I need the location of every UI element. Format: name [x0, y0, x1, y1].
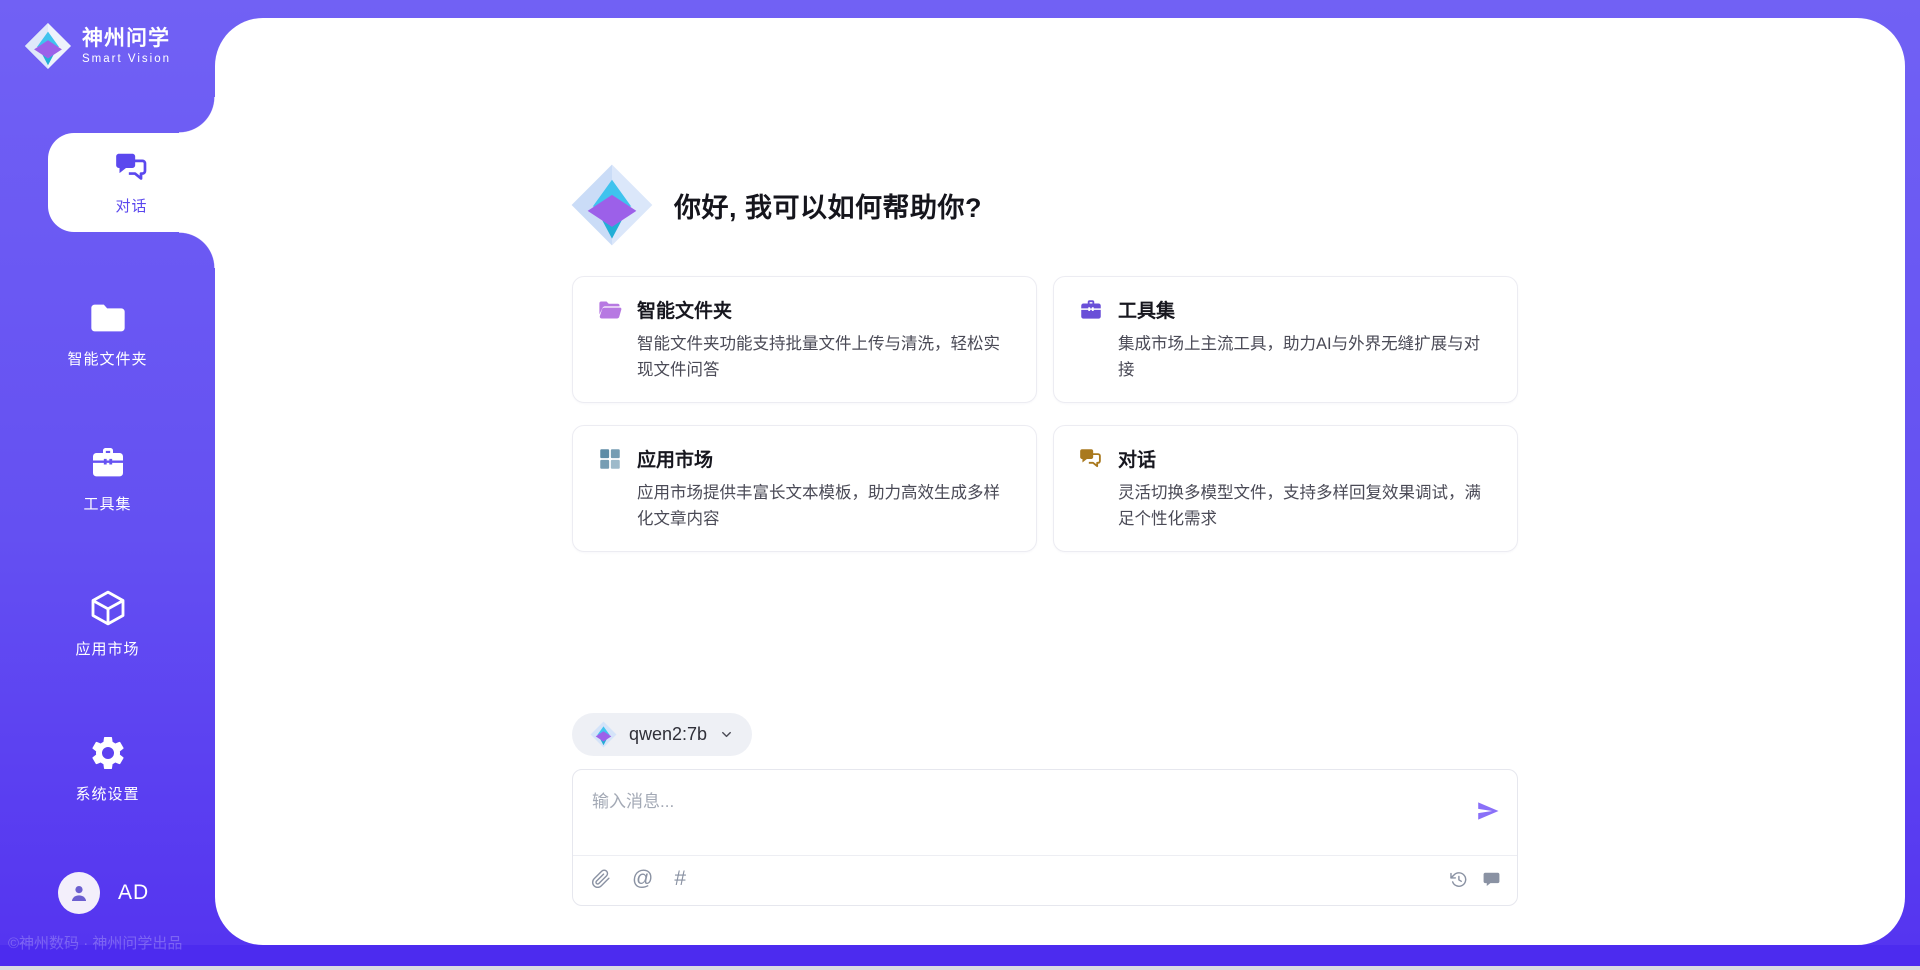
chevron-down-icon	[719, 727, 734, 742]
sidebar-item-label: 智能文件夹	[67, 348, 147, 369]
avatar	[58, 872, 100, 914]
message-input[interactable]	[573, 770, 1453, 844]
sidebar: 神州问学 Smart Vision 对话 智能文件夹 工具集 应用市场	[0, 0, 215, 970]
cube-icon	[88, 588, 128, 628]
card-app-market[interactable]: 应用市场 应用市场提供丰富长文本模板，助力高效生成多样化文章内容	[572, 425, 1037, 552]
user-name: AD	[118, 881, 149, 905]
main-panel: 你好, 我可以如何帮助你? 智能文件夹 智能文件夹功能支持批量文件上传与清洗，轻…	[215, 18, 1905, 945]
message-composer: @ #	[572, 769, 1518, 906]
greeting-title: 你好, 我可以如何帮助你?	[674, 186, 982, 225]
bottom-page-edge	[0, 966, 1920, 970]
paperclip-icon[interactable]	[591, 869, 611, 889]
feature-cards: 智能文件夹 智能文件夹功能支持批量文件上传与清洗，轻松实现文件问答 工具集 集成…	[572, 276, 1518, 552]
brand-logo: 神州问学 Smart Vision	[24, 22, 171, 70]
bottom-accent-bar	[0, 945, 1920, 966]
card-title: 智能文件夹	[637, 296, 732, 323]
diamond-logo-icon	[24, 22, 72, 70]
composer-divider	[573, 855, 1517, 856]
brand-subtitle: Smart Vision	[82, 53, 171, 65]
card-title: 对话	[1118, 445, 1156, 472]
chat-icon	[1078, 446, 1104, 472]
diamond-logo-icon	[570, 163, 654, 247]
card-description: 应用市场提供丰富长文本模板，助力高效生成多样化文章内容	[637, 481, 1012, 532]
card-title: 工具集	[1118, 296, 1175, 323]
card-chat[interactable]: 对话 灵活切换多模型文件，支持多样回复效果调试，满足个性化需求	[1053, 425, 1518, 552]
sidebar-item-app-market[interactable]: 应用市场	[0, 583, 215, 663]
sidebar-item-label: 对话	[115, 195, 147, 216]
card-smart-folder[interactable]: 智能文件夹 智能文件夹功能支持批量文件上传与清洗，轻松实现文件问答	[572, 276, 1037, 403]
greeting: 你好, 我可以如何帮助你?	[570, 163, 982, 247]
sidebar-item-toolset[interactable]: 工具集	[0, 438, 215, 518]
card-description: 灵活切换多模型文件，支持多样回复效果调试，满足个性化需求	[1118, 481, 1493, 532]
gear-icon	[88, 733, 128, 773]
user-profile[interactable]: AD	[58, 872, 149, 914]
send-icon	[1476, 799, 1500, 823]
sidebar-item-settings[interactable]: 系统设置	[0, 728, 215, 808]
diamond-logo-icon	[590, 721, 617, 748]
brand-name: 神州问学	[82, 27, 171, 50]
card-title: 应用市场	[637, 445, 713, 472]
sidebar-item-label: 应用市场	[75, 638, 139, 659]
model-selector[interactable]: qwen2:7b	[572, 713, 752, 756]
chat-icon	[113, 149, 151, 187]
feedback-bubble-icon[interactable]	[1482, 870, 1501, 889]
card-description: 集成市场上主流工具，助力AI与外界无缝扩展与对接	[1118, 332, 1493, 383]
sidebar-item-label: 工具集	[83, 493, 131, 514]
folder-open-icon	[597, 297, 623, 323]
app-grid-icon	[597, 446, 623, 472]
card-toolset[interactable]: 工具集 集成市场上主流工具，助力AI与外界无缝扩展与对接	[1053, 276, 1518, 403]
sidebar-item-label: 系统设置	[75, 783, 139, 804]
briefcase-icon	[88, 443, 128, 483]
briefcase-icon	[1078, 297, 1104, 323]
at-icon[interactable]: @	[632, 869, 653, 889]
person-icon	[67, 881, 91, 905]
card-description: 智能文件夹功能支持批量文件上传与清洗，轻松实现文件问答	[637, 332, 1012, 383]
composer-left-tools: @ #	[591, 869, 686, 889]
model-name: qwen2:7b	[629, 724, 707, 745]
hash-icon[interactable]: #	[674, 869, 686, 889]
send-button[interactable]	[1476, 799, 1500, 823]
history-icon[interactable]	[1449, 870, 1468, 889]
composer-right-tools	[1449, 870, 1501, 889]
sidebar-item-smart-folder[interactable]: 智能文件夹	[0, 293, 215, 373]
folder-icon	[88, 298, 128, 338]
sidebar-item-chat[interactable]: 对话	[48, 133, 215, 232]
copyright-text: ©神州数码 · 神州问学出品	[8, 932, 182, 953]
